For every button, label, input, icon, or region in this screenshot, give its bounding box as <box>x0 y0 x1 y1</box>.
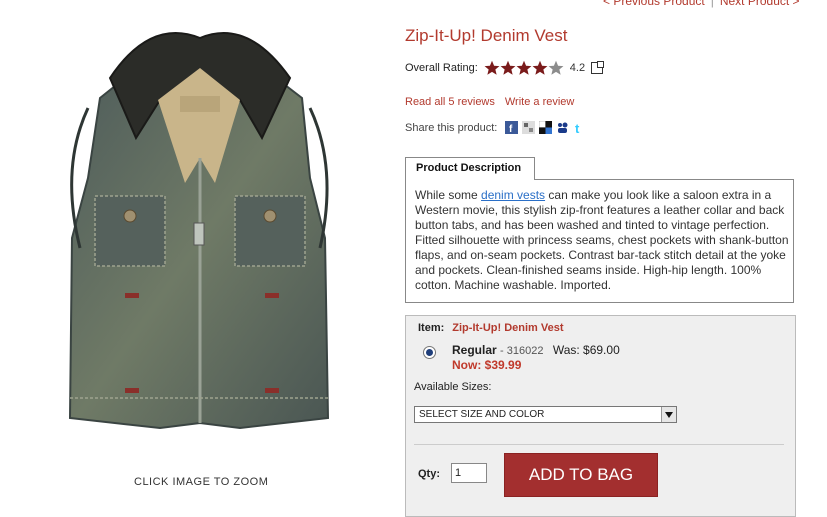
previous-product-link[interactable]: < Previous Product <box>603 0 705 8</box>
sizes-label: Available Sizes: <box>414 381 492 393</box>
chevron-down-icon[interactable] <box>661 407 676 422</box>
variant-radio[interactable] <box>423 346 436 359</box>
item-row: Item: Zip-It-Up! Denim Vest <box>418 322 564 334</box>
next-product-link[interactable]: Next Product > <box>720 0 800 8</box>
delicious-icon[interactable] <box>539 121 553 134</box>
overall-rating: Overall Rating: 4.2 <box>405 60 605 76</box>
variant-info: Regular - 316022 Was: $69.00 <box>452 343 620 357</box>
was-price: Was: $69.00 <box>552 343 620 357</box>
variant-name: Regular <box>452 343 497 357</box>
read-reviews-link[interactable]: Read all 5 reviews <box>405 96 495 108</box>
variant-sku: - 316022 <box>500 345 544 357</box>
rating-value: 4.2 <box>569 62 586 74</box>
share-row: Share this product: f t <box>405 121 586 134</box>
rating-stars <box>484 60 564 76</box>
star-icon <box>516 60 532 75</box>
qty-label: Qty: <box>418 468 440 480</box>
size-select-value: SELECT SIZE AND COLOR <box>419 409 545 420</box>
star-icon <box>500 60 516 75</box>
description-text-start: While some <box>415 188 482 202</box>
svg-text:t: t <box>575 121 580 134</box>
nav-separator: | <box>710 0 714 8</box>
rating-label: Overall Rating: <box>405 62 478 74</box>
product-image[interactable] <box>40 18 358 448</box>
myspace-icon[interactable] <box>556 121 569 134</box>
zoom-hint[interactable]: CLICK IMAGE TO ZOOM <box>134 476 268 488</box>
share-label: Share this product: <box>405 121 498 134</box>
item-name: Zip-It-Up! Denim Vest <box>452 322 564 334</box>
denim-vests-link[interactable]: denim vests <box>481 188 545 202</box>
now-price: Now: $39.99 <box>452 358 522 372</box>
divider <box>414 444 784 445</box>
purchase-panel: Item: Zip-It-Up! Denim Vest Regular - 316… <box>405 315 796 517</box>
twitter-icon[interactable]: t <box>573 121 586 134</box>
review-links: Read all 5 reviews Write a review <box>405 96 574 108</box>
item-label: Item: <box>418 322 445 334</box>
write-review-link[interactable]: Write a review <box>505 96 574 108</box>
tab-product-description[interactable]: Product Description <box>405 157 535 180</box>
popup-window-icon[interactable] <box>591 61 605 74</box>
star-icon <box>532 60 548 75</box>
denim-vest-image[interactable] <box>40 18 358 448</box>
star-empty-icon <box>548 60 564 75</box>
description-text-rest: can make you look like a saloon extra in… <box>415 188 789 292</box>
facebook-icon[interactable]: f <box>505 121 519 134</box>
size-color-select[interactable]: SELECT SIZE AND COLOR <box>414 406 677 423</box>
star-icon <box>484 60 500 75</box>
add-to-bag-button[interactable]: ADD TO BAG <box>504 453 658 497</box>
product-title: Zip-It-Up! Denim Vest <box>405 26 568 45</box>
product-nav: < Previous Product | Next Product > <box>603 0 800 8</box>
qty-input[interactable]: 1 <box>451 463 487 483</box>
product-description: While some denim vests can make you look… <box>405 179 794 303</box>
digg-icon[interactable] <box>522 121 536 134</box>
